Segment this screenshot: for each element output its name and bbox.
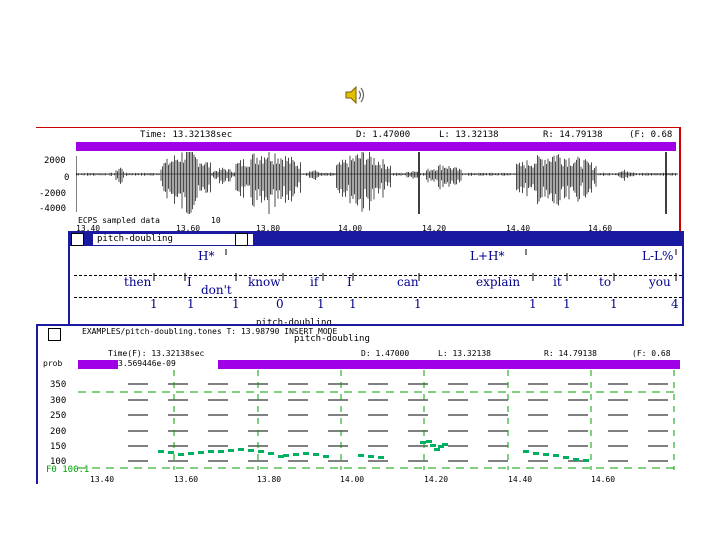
pitch-ytick: 350 — [50, 380, 67, 390]
break-index[interactable]: 0 — [276, 297, 284, 311]
pitch-point — [368, 455, 374, 458]
pitch-point — [198, 451, 204, 454]
pitch-point — [434, 448, 440, 451]
window-menu-button[interactable] — [48, 328, 61, 341]
prob-value: 3.569446e-09 — [118, 359, 218, 369]
pitch-point — [268, 452, 274, 455]
window-resize-button[interactable] — [235, 233, 248, 246]
header-r: R: 14.79138 — [543, 130, 603, 140]
pitch-point — [258, 450, 264, 453]
wave-ytick: -4000 — [39, 204, 67, 214]
pitch-ytick: 300 — [50, 396, 67, 406]
waveform-footer-extra: 10 — [211, 216, 221, 225]
header-f: (F: 0.68 — [629, 130, 673, 140]
header-time: Time: 13.32138sec — [140, 130, 233, 140]
header-l: L: 13.32138 — [439, 130, 499, 140]
wave-ytick: 0 — [64, 173, 70, 183]
pitch-point — [293, 453, 299, 456]
pitch-xtick: 14.00 — [340, 475, 365, 484]
pitch-ytick: 250 — [50, 411, 67, 421]
pitch-point — [158, 450, 164, 453]
pitch-point — [178, 453, 184, 456]
pitch-point — [303, 452, 309, 455]
pitch-title-overlay: pitch-doubling — [294, 334, 370, 344]
pitch-xtick: 14.60 — [591, 475, 616, 484]
pitch-header-r: R: 14.79138 — [544, 349, 597, 358]
window-menu-button[interactable] — [71, 233, 84, 246]
break-index[interactable]: 1 — [187, 297, 195, 311]
pitch-point — [543, 453, 549, 456]
wave-ytick: -2000 — [39, 189, 67, 199]
break-index[interactable]: 1 — [349, 297, 357, 311]
pitch-point — [323, 455, 329, 458]
tone-boundary-marks — [153, 249, 677, 281]
pitch-plot[interactable] — [78, 370, 680, 470]
prob-label: prob — [43, 359, 63, 368]
waveform-window: Time: 13.32138sec D: 1.47000 L: 13.32138… — [36, 127, 681, 232]
pitch-xtick: 13.80 — [257, 475, 282, 484]
prob-bar — [78, 360, 118, 369]
pitch-header-l: L: 13.32138 — [438, 349, 491, 358]
pitch-point — [228, 449, 234, 452]
f0-value: F0 100.1 — [46, 465, 90, 475]
pitch-point — [168, 451, 174, 454]
pitch-point — [523, 450, 529, 453]
waveform-header: Time: 13.32138sec D: 1.47000 L: 13.32138… — [36, 130, 679, 141]
pitch-point — [533, 452, 539, 455]
break-index[interactable]: 1 — [317, 297, 325, 311]
pitch-point — [313, 453, 319, 456]
break-index[interactable]: 4 — [671, 297, 679, 311]
pitch-ytick: 200 — [50, 427, 67, 437]
wave-ytick: 2000 — [44, 156, 66, 166]
break-index[interactable]: 1 — [563, 297, 571, 311]
pitch-xtick: 14.40 — [508, 475, 533, 484]
pitch-point — [188, 452, 194, 455]
pitch-point — [583, 459, 589, 462]
speaker-icon[interactable] — [343, 84, 369, 106]
pitch-point — [218, 450, 224, 453]
break-index[interactable]: 1 — [529, 297, 537, 311]
pitch-point — [238, 448, 244, 451]
tone-window: pitch-doubling H* L+H* L-L% then I don't… — [68, 231, 684, 332]
waveform-scrollbar[interactable] — [76, 142, 676, 151]
pitch-xtick: 13.60 — [174, 475, 199, 484]
pitch-header-f: (F: 0.68 — [632, 349, 671, 358]
pitch-point — [420, 441, 426, 444]
break-index[interactable]: 1 — [232, 297, 240, 311]
pitch-point — [283, 454, 289, 457]
pitch-point — [563, 456, 569, 459]
pitch-point — [208, 450, 214, 453]
pitch-xtick: 14.20 — [424, 475, 449, 484]
waveform-plot[interactable] — [76, 152, 678, 214]
pitch-point — [430, 444, 436, 447]
tone-title: pitch-doubling — [93, 234, 253, 245]
pitch-header-d: D: 1.47000 — [361, 349, 410, 358]
pitch-point — [442, 443, 448, 446]
pitch-point — [573, 458, 579, 461]
pitch-point — [248, 449, 254, 452]
break-index[interactable]: 1 — [150, 297, 158, 311]
break-index[interactable]: 1 — [414, 297, 422, 311]
pitch-window: EXAMPLES/pitch-doubling.tones T: 13.9879… — [36, 324, 684, 484]
break-index[interactable]: 1 — [610, 297, 618, 311]
pitch-header-time: Time(F): 13.32138sec — [108, 349, 205, 358]
pitch-xtick: 13.40 — [90, 475, 115, 484]
pitch-point — [378, 456, 384, 459]
pitch-point — [426, 440, 432, 443]
pitch-ytick: 150 — [50, 442, 67, 452]
header-d: D: 1.47000 — [356, 130, 411, 140]
pitch-point — [553, 454, 559, 457]
pitch-point — [358, 454, 364, 457]
